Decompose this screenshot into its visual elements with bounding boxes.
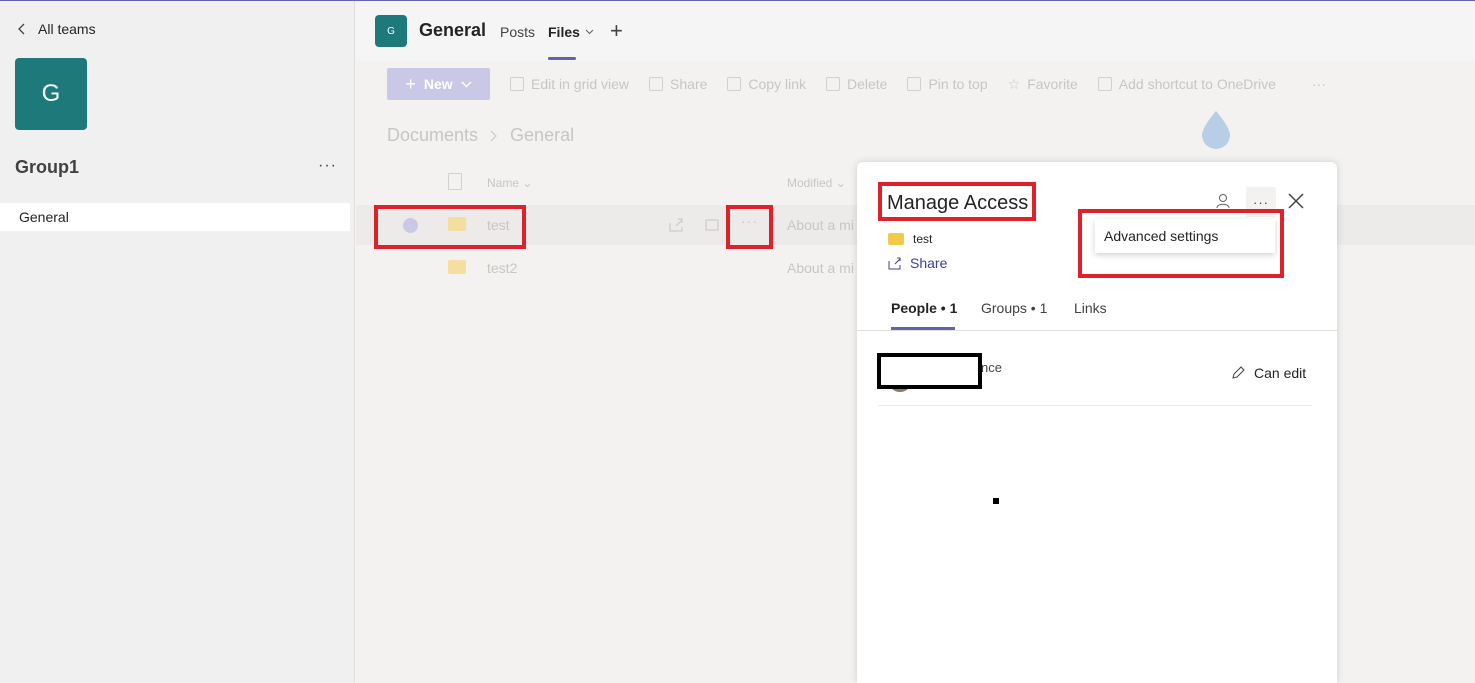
command-bar: + New Edit in grid view Share Copy link … (387, 68, 1326, 100)
channel-item-general[interactable]: General (0, 203, 350, 231)
tab-links[interactable]: Links (1074, 300, 1107, 316)
chevron-down-icon (461, 80, 472, 88)
redaction-box (877, 353, 982, 389)
add-tab-button[interactable]: + (610, 20, 623, 42)
share-link[interactable]: Share (888, 255, 947, 271)
star-icon: ☆ (1007, 75, 1021, 92)
close-icon[interactable] (1287, 192, 1305, 210)
pin-to-top-button[interactable]: Pin to top (907, 76, 988, 92)
folder-icon (448, 260, 466, 274)
file-modified: About a mi (787, 217, 854, 233)
trash-icon (826, 77, 840, 91)
chevron-left-icon (18, 23, 25, 35)
channel-label: General (19, 209, 69, 225)
breadcrumb-documents[interactable]: Documents (387, 125, 478, 146)
shared-item-name: test (913, 232, 933, 246)
column-modified[interactable]: Modified ⌄ (787, 176, 846, 190)
file-type-icon (448, 173, 462, 190)
row-check-icon[interactable] (403, 218, 418, 233)
column-name[interactable]: Name ⌄ (487, 176, 532, 190)
row-more-button[interactable]: ··· (741, 213, 758, 229)
panel-more-button[interactable]: ··· (1246, 187, 1276, 217)
channel-avatar: G (375, 15, 407, 47)
manage-access-panel: Manage Access ··· test Share Advanced se… (857, 162, 1337, 683)
tab-files[interactable]: Files (548, 24, 594, 40)
channel-title: General (419, 20, 487, 40)
tab-groups[interactable]: Groups • 1 (981, 300, 1047, 316)
all-teams-link[interactable]: All teams (16, 21, 96, 37)
share-icon[interactable] (668, 217, 684, 233)
favorite-button[interactable]: ☆ Favorite (1008, 76, 1078, 93)
add-shortcut-label: Add shortcut to OneDrive (1118, 76, 1276, 92)
breadcrumb-general: General (510, 125, 575, 145)
delete-label: Delete (847, 76, 888, 92)
team-name: Group1 (15, 157, 80, 177)
add-user-icon[interactable] (1215, 192, 1233, 210)
chevron-right-icon (490, 130, 497, 141)
copy-link-button[interactable]: Copy link (727, 76, 806, 92)
add-shortcut-button[interactable]: Add shortcut to OneDrive (1097, 76, 1276, 92)
shortcut-icon (1097, 77, 1112, 91)
permission-dropdown[interactable]: Can edit (1230, 365, 1306, 381)
shared-item: test (888, 232, 932, 246)
active-tab-indicator (891, 327, 955, 330)
share-label: Share (670, 76, 708, 92)
permission-label: Can edit (1254, 365, 1307, 381)
copy-link-label: Copy link (748, 76, 806, 92)
toolbar-more-button[interactable]: ··· (1312, 76, 1326, 92)
new-button[interactable]: + New (387, 68, 490, 100)
menu-item-advanced-settings[interactable]: Advanced settings (1104, 228, 1218, 244)
share-icon (649, 77, 664, 91)
file-name[interactable]: test (487, 217, 510, 233)
loading-drop-icon (1202, 111, 1230, 149)
column-modified-label: Modified (787, 176, 833, 190)
pin-icon (907, 77, 922, 91)
favorite-label: Favorite (1027, 76, 1078, 92)
edit-grid-view-button[interactable]: Edit in grid view (510, 76, 629, 92)
share-icon (888, 257, 901, 270)
person-name: nce (981, 360, 1002, 375)
share-button[interactable]: Share (649, 76, 707, 92)
details-icon[interactable] (704, 217, 720, 233)
all-teams-label: All teams (38, 21, 96, 37)
pin-to-top-label: Pin to top (928, 76, 988, 92)
active-tab-indicator (548, 57, 576, 60)
more-options-menu: Advanced settings (1095, 219, 1275, 253)
team-sidebar: All teams G Group1 ··· General (0, 1, 355, 683)
share-link-label: Share (910, 255, 948, 271)
plus-icon: + (405, 73, 416, 94)
tab-posts[interactable]: Posts (500, 24, 535, 40)
edit-grid-view-label: Edit in grid view (531, 76, 630, 92)
grid-icon (510, 77, 524, 91)
channel-header: G General Posts Files + (356, 1, 1475, 61)
column-name-label: Name (487, 176, 520, 190)
file-name[interactable]: test2 (487, 260, 517, 276)
panel-title: Manage Access (887, 192, 1029, 214)
file-modified: About a mi (787, 260, 854, 276)
link-icon (727, 77, 742, 91)
pencil-icon (1232, 366, 1245, 379)
redaction-dot (993, 498, 999, 504)
team-avatar: G (15, 58, 87, 130)
access-tabs: People • 1 Groups • 1 Links (857, 300, 1337, 331)
tab-people[interactable]: People • 1 (891, 300, 957, 316)
new-label: New (423, 76, 453, 92)
folder-icon (448, 217, 466, 231)
folder-icon (888, 233, 904, 245)
chevron-down-icon (585, 29, 594, 35)
team-more-options-button[interactable]: ··· (318, 157, 337, 175)
delete-button[interactable]: Delete (826, 76, 887, 92)
tab-files-label: Files (548, 24, 580, 40)
breadcrumb: Documents General (387, 125, 574, 146)
